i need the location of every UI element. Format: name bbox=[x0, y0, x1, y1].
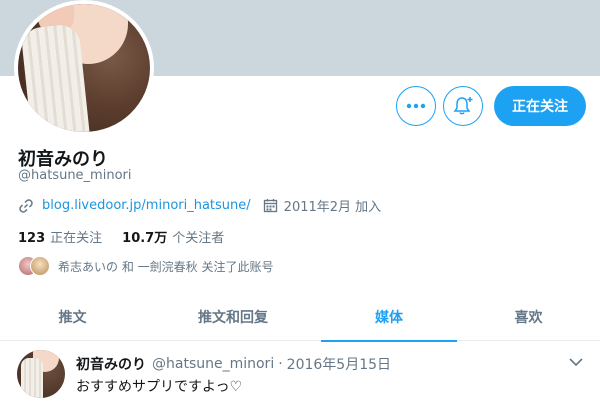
chevron-down-icon[interactable] bbox=[568, 356, 584, 368]
tab-tweets-replies[interactable]: 推文和回复 bbox=[145, 293, 321, 341]
profile-stats: 123 正在关注 10.7万 个关注者 bbox=[18, 227, 244, 246]
following-label: 正在关注 bbox=[50, 231, 103, 246]
profile-avatar[interactable] bbox=[14, 0, 154, 136]
tweet-avatar[interactable] bbox=[17, 350, 65, 398]
tab-tweets[interactable]: 推文 bbox=[0, 293, 145, 341]
more-options-button[interactable] bbox=[396, 86, 436, 126]
tweet-separator: · bbox=[278, 356, 283, 372]
tweet-header: 初音みのり @hatsune_minori · 2016年5月15日 bbox=[76, 354, 391, 374]
website-link[interactable]: blog.livedoor.jp/minori_hatsune/ bbox=[42, 198, 251, 213]
mini-avatar bbox=[30, 256, 50, 276]
tweet-item[interactable]: 初音みのり @hatsune_minori · 2016年5月15日 おすすめサ… bbox=[0, 342, 600, 402]
avatar-image bbox=[18, 4, 150, 132]
following-stat[interactable]: 123 正在关注 bbox=[18, 227, 102, 246]
link-icon bbox=[19, 198, 33, 213]
joined-date: 2011年2月 加入 bbox=[263, 196, 382, 215]
followers-count: 10.7万 bbox=[122, 231, 168, 246]
tab-media[interactable]: 媒体 bbox=[321, 293, 457, 342]
profile-handle: @hatsune_minori bbox=[18, 168, 132, 183]
follower-avatars bbox=[18, 256, 50, 276]
tweet-author-name[interactable]: 初音みのり bbox=[76, 354, 146, 374]
followed-by[interactable]: 希志あいの 和 一劍浣春秋 关注了此账号 bbox=[18, 256, 273, 276]
following-count: 123 bbox=[18, 231, 46, 246]
tab-likes[interactable]: 喜欢 bbox=[457, 293, 600, 341]
profile-meta: blog.livedoor.jp/minori_hatsune/ 2011年2月… bbox=[18, 196, 381, 215]
more-icon bbox=[406, 103, 426, 109]
calendar-icon bbox=[263, 199, 277, 213]
joined-label: 2011年2月 加入 bbox=[283, 200, 382, 215]
tweet-author-handle: @hatsune_minori bbox=[152, 356, 275, 372]
tweet-date[interactable]: 2016年5月15日 bbox=[287, 354, 391, 374]
followers-label: 个关注者 bbox=[172, 231, 225, 246]
following-button[interactable]: 正在关注 bbox=[494, 86, 586, 126]
profile-tabs: 推文 推文和回复 媒体 喜欢 bbox=[0, 293, 600, 342]
tweet-text: おすすめサプリですよっ♡ bbox=[76, 379, 243, 395]
followers-stat[interactable]: 10.7万 个关注者 bbox=[122, 227, 224, 246]
notifications-button[interactable] bbox=[443, 86, 483, 126]
followed-by-text: 希志あいの 和 一劍浣春秋 关注了此账号 bbox=[58, 259, 274, 274]
bell-plus-icon bbox=[453, 97, 473, 115]
